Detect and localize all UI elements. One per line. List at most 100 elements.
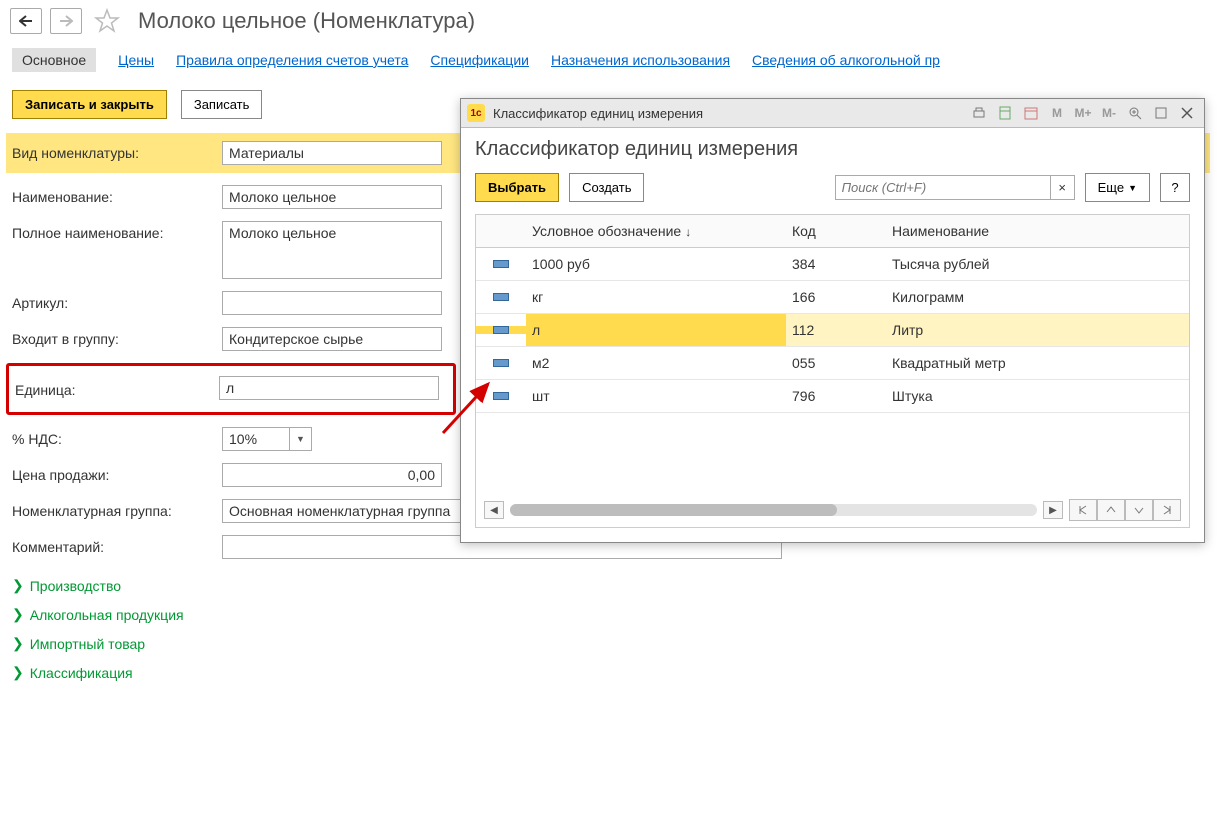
save-button[interactable]: Записать bbox=[181, 90, 263, 119]
down-button[interactable] bbox=[1125, 499, 1153, 521]
article-field[interactable] bbox=[222, 291, 442, 315]
select-button[interactable]: Выбрать bbox=[475, 173, 559, 202]
create-button[interactable]: Создать bbox=[569, 173, 644, 202]
last-button[interactable] bbox=[1153, 499, 1181, 521]
more-button[interactable]: Еще▼ bbox=[1085, 173, 1150, 202]
memory-mminus-button[interactable]: M- bbox=[1098, 103, 1120, 123]
unit-label: Единица: bbox=[15, 378, 219, 398]
table-row[interactable]: л112Литр bbox=[476, 314, 1189, 347]
memory-m-button[interactable]: M bbox=[1046, 103, 1068, 123]
first-button[interactable] bbox=[1069, 499, 1097, 521]
zoom-in-icon[interactable] bbox=[1124, 103, 1146, 123]
tab-usage[interactable]: Назначения использования bbox=[551, 52, 730, 68]
unit-classifier-dialog: 1c Классификатор единиц измерения M M+ M… bbox=[460, 98, 1205, 543]
cell-short: 1000 руб bbox=[526, 248, 786, 280]
vat-value: 10% bbox=[229, 431, 257, 447]
name-label: Наименование: bbox=[12, 185, 222, 205]
cell-name: Килограмм bbox=[886, 281, 1189, 313]
clear-search-button[interactable]: × bbox=[1050, 176, 1074, 199]
save-close-button[interactable]: Записать и закрыть bbox=[12, 90, 167, 119]
tab-accounts[interactable]: Правила определения счетов учета bbox=[176, 52, 408, 68]
price-field[interactable]: 0,00 bbox=[222, 463, 442, 487]
chevron-right-icon: ❯ bbox=[12, 606, 24, 623]
chevron-right-icon: ❯ bbox=[12, 635, 24, 652]
cell-name: Квадратный метр bbox=[886, 347, 1189, 379]
table-row[interactable]: 1000 руб384Тысяча рублей bbox=[476, 248, 1189, 281]
cell-short: м2 bbox=[526, 347, 786, 379]
table-row[interactable]: м2055Квадратный метр bbox=[476, 347, 1189, 380]
unit-highlight: Единица: л bbox=[6, 363, 456, 415]
collapse-alcohol[interactable]: ❯Алкогольная продукция bbox=[0, 600, 1222, 629]
table-row[interactable]: шт796Штука bbox=[476, 380, 1189, 413]
tab-prices[interactable]: Цены bbox=[118, 52, 154, 68]
close-icon[interactable] bbox=[1176, 103, 1198, 123]
table-row[interactable]: кг166Килограмм bbox=[476, 281, 1189, 314]
cell-short: л bbox=[526, 314, 786, 346]
print-icon[interactable] bbox=[968, 103, 990, 123]
cell-name: Тысяча рублей bbox=[886, 248, 1189, 280]
item-icon bbox=[493, 260, 509, 268]
vat-select[interactable]: 10% ▼ bbox=[222, 427, 312, 451]
cell-name: Литр bbox=[886, 314, 1189, 346]
chevron-right-icon: ❯ bbox=[12, 664, 24, 681]
dialog-title: Классификатор единиц измерения bbox=[493, 106, 960, 121]
help-button[interactable]: ? bbox=[1160, 173, 1190, 202]
scroll-left-button[interactable]: ◀ bbox=[484, 501, 504, 519]
arrow-right-icon bbox=[59, 15, 73, 27]
item-icon bbox=[493, 359, 509, 367]
minimize-icon[interactable] bbox=[1150, 103, 1172, 123]
chevron-down-icon: ▼ bbox=[1128, 183, 1137, 193]
cell-short: шт bbox=[526, 380, 786, 412]
item-icon bbox=[493, 392, 509, 400]
dialog-heading: Классификатор единиц измерения bbox=[475, 138, 1190, 161]
page-title: Молоко цельное (Номенклатура) bbox=[138, 8, 475, 34]
fullname-label: Полное наименование: bbox=[12, 221, 222, 241]
calculator-icon[interactable] bbox=[994, 103, 1016, 123]
collapse-import[interactable]: ❯Импортный товар bbox=[0, 629, 1222, 658]
search-input[interactable]: × bbox=[835, 175, 1075, 200]
search-field[interactable] bbox=[836, 176, 1050, 199]
vat-label: % НДС: bbox=[12, 427, 222, 447]
comment-label: Комментарий: bbox=[12, 535, 222, 555]
item-icon bbox=[493, 326, 509, 334]
collapse-classification[interactable]: ❯Классификация bbox=[0, 658, 1222, 687]
item-icon bbox=[493, 293, 509, 301]
cell-short: кг bbox=[526, 281, 786, 313]
article-label: Артикул: bbox=[12, 291, 222, 311]
horizontal-scrollbar[interactable] bbox=[510, 504, 1037, 516]
chevron-down-icon: ▼ bbox=[289, 428, 311, 450]
fullname-field[interactable]: Молоко цельное bbox=[222, 221, 442, 279]
tab-alcohol[interactable]: Сведения об алкогольной пр bbox=[752, 52, 940, 68]
scroll-right-button[interactable]: ▶ bbox=[1043, 501, 1063, 519]
back-button[interactable] bbox=[10, 8, 42, 34]
sort-indicator-icon: ↓ bbox=[685, 225, 691, 239]
tab-main[interactable]: Основное bbox=[12, 48, 96, 72]
col-code[interactable]: Код bbox=[786, 215, 886, 247]
calendar-icon[interactable] bbox=[1020, 103, 1042, 123]
col-short[interactable]: Условное обозначение↓ bbox=[526, 215, 786, 247]
col-name[interactable]: Наименование bbox=[886, 215, 1189, 247]
star-icon bbox=[94, 8, 120, 34]
memory-mplus-button[interactable]: M+ bbox=[1072, 103, 1094, 123]
units-grid: Условное обозначение↓ Код Наименование 1… bbox=[475, 214, 1190, 528]
app-icon: 1c bbox=[467, 104, 485, 122]
collapse-production[interactable]: ❯Производство bbox=[0, 571, 1222, 600]
tab-specs[interactable]: Спецификации bbox=[430, 52, 529, 68]
nomgroup-label: Номенклатурная группа: bbox=[12, 499, 222, 519]
chevron-right-icon: ❯ bbox=[12, 577, 24, 594]
price-label: Цена продажи: bbox=[12, 463, 222, 483]
group-field[interactable]: Кондитерское сырье bbox=[222, 327, 442, 351]
cell-code: 112 bbox=[786, 314, 886, 346]
forward-button[interactable] bbox=[50, 8, 82, 34]
up-button[interactable] bbox=[1097, 499, 1125, 521]
cell-code: 166 bbox=[786, 281, 886, 313]
cell-code: 055 bbox=[786, 347, 886, 379]
tab-bar: Основное Цены Правила определения счетов… bbox=[0, 42, 1222, 82]
unit-field[interactable]: л bbox=[219, 376, 439, 400]
cell-code: 796 bbox=[786, 380, 886, 412]
cell-code: 384 bbox=[786, 248, 886, 280]
kind-field[interactable]: Материалы bbox=[222, 141, 442, 165]
name-field[interactable]: Молоко цельное bbox=[222, 185, 442, 209]
group-label: Входит в группу: bbox=[12, 327, 222, 347]
favorite-button[interactable] bbox=[90, 4, 124, 38]
